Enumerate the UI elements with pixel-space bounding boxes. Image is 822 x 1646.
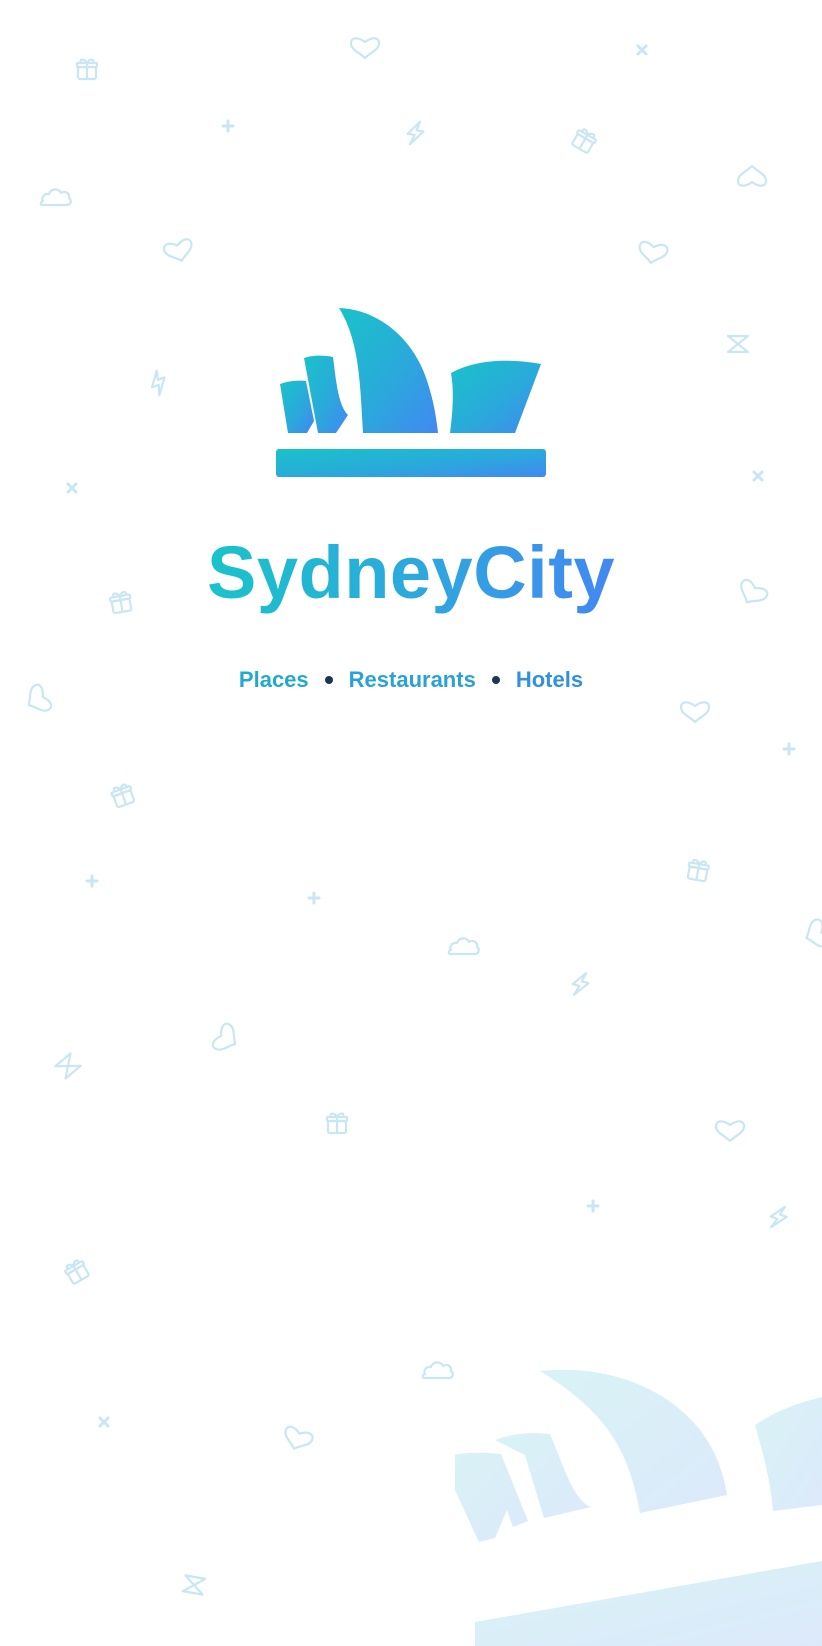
tagline-restaurants: Restaurants (348, 667, 476, 692)
opera-house-watermark-icon (455, 1369, 822, 1646)
plus-icon (85, 874, 99, 888)
heart-icon (736, 164, 768, 187)
plus-icon (307, 891, 321, 905)
cross-icon (636, 44, 648, 56)
lightning-icon (766, 1202, 791, 1233)
cloud-icon (421, 1361, 454, 1380)
heart-icon (210, 1020, 244, 1058)
heart-icon (800, 917, 822, 953)
tagline: Places Restaurants Hotels (0, 665, 822, 695)
lightning-icon (569, 969, 592, 999)
cross-icon (66, 482, 78, 494)
heart-icon (636, 239, 670, 267)
lightning-icon (146, 367, 171, 398)
plus-icon (221, 119, 235, 133)
tagline-places: Places (238, 667, 309, 692)
plus-icon (782, 742, 796, 756)
heart-icon (349, 37, 381, 60)
gift-icon (62, 1256, 92, 1286)
tagline-hotels: Hotels (515, 667, 584, 692)
gift-icon (325, 1112, 349, 1135)
cross-icon (98, 1416, 110, 1428)
heart-icon (161, 237, 197, 266)
app-title: SydneyCity (0, 528, 822, 618)
hourglass-icon (54, 1052, 82, 1080)
lightning-icon (404, 118, 427, 148)
cloud-icon (447, 937, 480, 956)
cross-icon (752, 470, 764, 482)
hourglass-icon (726, 334, 750, 354)
separator-dot (491, 676, 500, 684)
heart-icon (679, 701, 711, 724)
gift-icon (685, 857, 711, 883)
gift-icon (569, 125, 599, 155)
gift-icon (75, 58, 99, 81)
hourglass-icon (181, 1574, 207, 1596)
opera-house-icon (276, 308, 546, 477)
separator-dot (324, 676, 333, 684)
app-title-text: SydneyCity (206, 531, 616, 614)
gift-icon (108, 781, 137, 809)
heart-icon (279, 1424, 315, 1455)
plus-icon (586, 1199, 600, 1213)
cloud-icon (39, 188, 72, 207)
heart-icon (714, 1120, 746, 1143)
